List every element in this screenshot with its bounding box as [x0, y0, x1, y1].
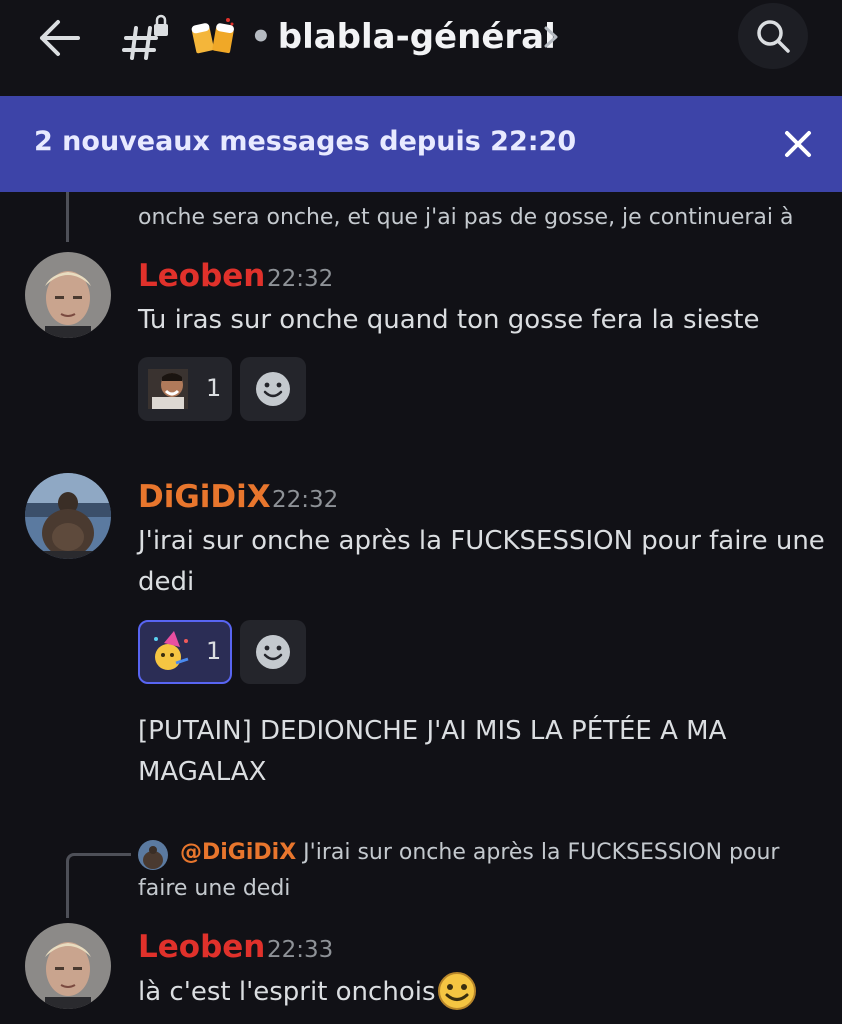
author-name[interactable]: DiGiDiX	[138, 479, 271, 515]
channel-header: • blabla-général	[0, 0, 842, 96]
author-name[interactable]: Leoben	[138, 929, 265, 965]
chevron-right-icon[interactable]	[540, 22, 562, 52]
add-reaction-icon	[256, 372, 290, 406]
reaction-count: 1	[206, 637, 222, 665]
beer-mugs-emoji	[191, 18, 235, 54]
search-button[interactable]	[738, 3, 808, 69]
add-reaction-button[interactable]	[240, 357, 306, 421]
new-messages-banner[interactable]: 2 nouveaux messages depuis 22:20	[0, 96, 842, 192]
message-text: Tu iras sur onche quand ton gosse fera l…	[138, 305, 760, 335]
message-text: [PUTAIN] DEDIONCHE J'AI MIS LA PÉTÉE A M…	[138, 716, 727, 746]
happy-face-emoji	[438, 972, 476, 1010]
reply-connector	[66, 853, 131, 918]
back-arrow-icon[interactable]	[38, 18, 82, 58]
close-icon[interactable]	[778, 124, 818, 164]
separator-dot: •	[250, 17, 272, 57]
banner-text: 2 nouveaux messages depuis 22:20	[34, 126, 577, 157]
add-reaction-icon	[256, 635, 290, 669]
avatar-leoben[interactable]	[25, 252, 111, 338]
avatar-leoben[interactable]	[25, 923, 111, 1009]
message-timestamp: 22:33	[267, 937, 334, 963]
reply-preview[interactable]: onche sera onche, et que j'ai pas de gos…	[138, 205, 793, 230]
channel-title: blabla-général	[277, 17, 556, 57]
message-text: là c'est l'esprit onchois	[138, 977, 436, 1007]
reaction-party[interactable]: 1	[138, 620, 232, 684]
reply-avatar	[138, 840, 168, 870]
reply-preview-cont: faire une dedi	[138, 876, 291, 901]
add-reaction-button[interactable]	[240, 620, 306, 684]
search-icon	[757, 20, 790, 53]
party-emoji	[154, 631, 189, 670]
reply-text: J'irai sur onche après la FUCKSESSION po…	[303, 840, 780, 865]
hashtag-lock-icon	[122, 14, 168, 60]
channel-name[interactable]: • blabla-général	[250, 14, 556, 60]
author-name[interactable]: Leoben	[138, 258, 265, 294]
reply-mention[interactable]: @DiGiDiX	[180, 840, 296, 865]
message-text-cont: dedi	[138, 567, 195, 597]
message-timestamp: 22:32	[267, 266, 334, 292]
reaction-laughing[interactable]: 1	[138, 357, 232, 421]
message-text: J'irai sur onche après la FUCKSESSION po…	[138, 526, 825, 556]
avatar-digidix[interactable]	[25, 473, 111, 559]
reply-preview[interactable]: @DiGiDiX J'irai sur onche après la FUCKS…	[180, 840, 779, 865]
message-timestamp: 22:32	[272, 487, 339, 513]
reaction-count: 1	[206, 374, 222, 402]
message-text-cont: MAGALAX	[138, 757, 267, 787]
laughing-man-emoji	[148, 369, 188, 409]
